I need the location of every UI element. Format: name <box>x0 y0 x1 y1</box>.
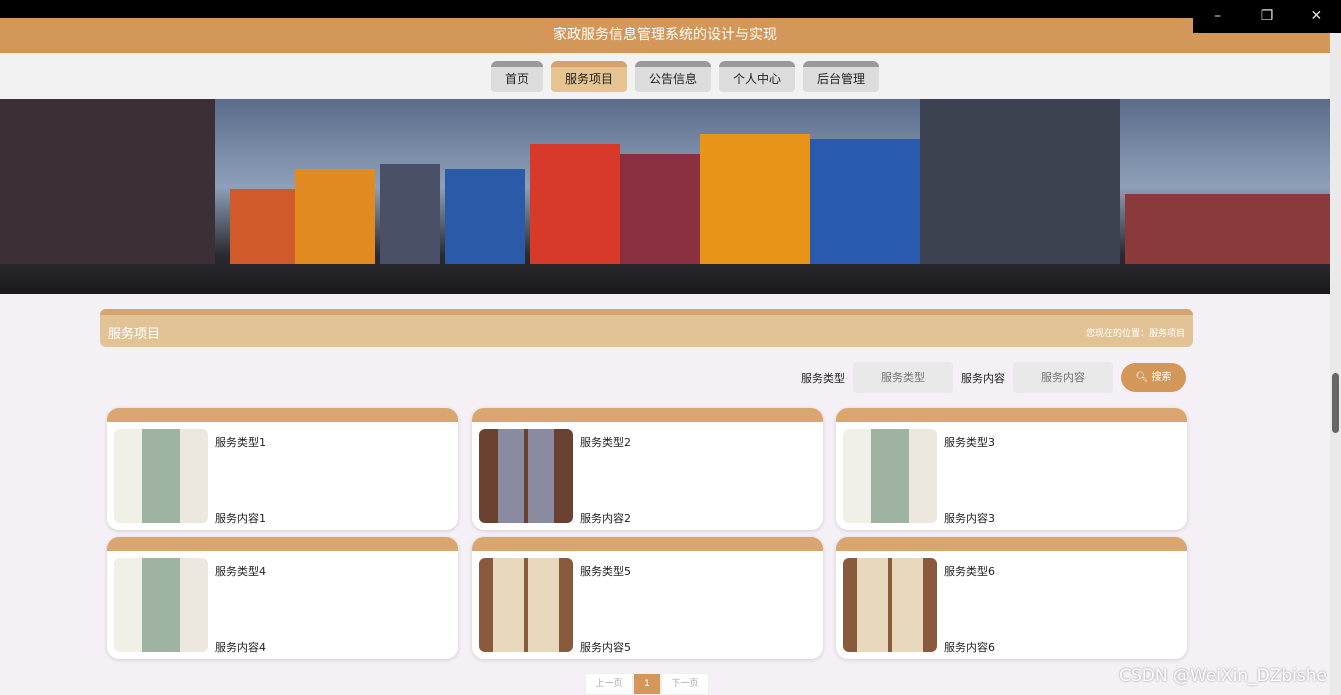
nav-tab-4[interactable]: 后台管理 <box>803 61 880 92</box>
service-photo[interactable] <box>843 558 937 652</box>
breadcrumb: 您现在的位置：服务项目 <box>1085 329 1185 339</box>
banner-image <box>0 99 1330 294</box>
service-photo[interactable] <box>479 429 573 523</box>
top-bar <box>0 0 1341 18</box>
service-card[interactable]: 服务类型6 服务内容6 <box>836 537 1187 659</box>
service-content: 服务内容6 <box>944 641 995 654</box>
nav-tab-2[interactable]: 公告信息 <box>634 61 711 92</box>
minimize-button[interactable]: – <box>1193 0 1242 33</box>
window-controls: – ❐ ✕ <box>1193 0 1341 33</box>
close-button[interactable]: ✕ <box>1292 0 1341 33</box>
service-type: 服务类型4 <box>215 565 266 578</box>
search-icon: 🔍︎ <box>1135 372 1149 383</box>
service-type: 服务类型5 <box>580 565 631 578</box>
type-label: 服务类型 <box>801 371 845 385</box>
service-card[interactable]: 服务类型1 服务内容1 <box>107 408 458 530</box>
section-header: 服务项目 您现在的位置：服务项目 <box>100 309 1193 347</box>
pagination: 上一页 1 下一页 <box>585 673 709 695</box>
section-title: 服务项目 <box>108 327 161 342</box>
service-content: 服务内容2 <box>580 512 631 525</box>
scrollbar[interactable] <box>1330 33 1341 695</box>
service-photo[interactable] <box>114 429 208 523</box>
service-card[interactable]: 服务类型2 服务内容2 <box>472 408 823 530</box>
service-type: 服务类型3 <box>944 436 995 449</box>
watermark: CSDN @WeiXin_DZbishe <box>1119 666 1327 686</box>
scrollbar-thumb[interactable] <box>1332 373 1339 433</box>
service-type: 服务类型6 <box>944 565 995 578</box>
content-input[interactable] <box>1013 362 1113 393</box>
type-input[interactable] <box>853 362 953 393</box>
nav-tab-0[interactable]: 首页 <box>490 61 543 92</box>
service-content: 服务内容3 <box>944 512 995 525</box>
service-card[interactable]: 服务类型5 服务内容5 <box>472 537 823 659</box>
page-1-button[interactable]: 1 <box>633 673 661 695</box>
site-title: 家政服务信息管理系统的设计与实现 <box>0 18 1330 53</box>
service-photo[interactable] <box>479 558 573 652</box>
service-content: 服务内容5 <box>580 641 631 654</box>
nav-tab-3[interactable]: 个人中心 <box>719 61 796 92</box>
service-photo[interactable] <box>114 558 208 652</box>
search-button[interactable]: 🔍︎ 搜索 <box>1121 363 1186 392</box>
service-content: 服务内容1 <box>215 512 266 525</box>
prev-page-button[interactable]: 上一页 <box>585 673 633 695</box>
service-content: 服务内容4 <box>215 641 266 654</box>
service-card[interactable]: 服务类型4 服务内容4 <box>107 537 458 659</box>
nav-tab-1[interactable]: 服务项目 <box>550 61 627 92</box>
main-nav: 首页 服务项目 公告信息 个人中心 后台管理 <box>0 53 1330 99</box>
service-type: 服务类型1 <box>215 436 266 449</box>
restore-button[interactable]: ❐ <box>1242 0 1291 33</box>
search-bar: 服务类型 服务内容 🔍︎ 搜索 <box>801 362 1186 393</box>
next-page-button[interactable]: 下一页 <box>661 673 709 695</box>
service-photo[interactable] <box>843 429 937 523</box>
service-type: 服务类型2 <box>580 436 631 449</box>
service-card[interactable]: 服务类型3 服务内容3 <box>836 408 1187 530</box>
content-label: 服务内容 <box>961 371 1005 385</box>
